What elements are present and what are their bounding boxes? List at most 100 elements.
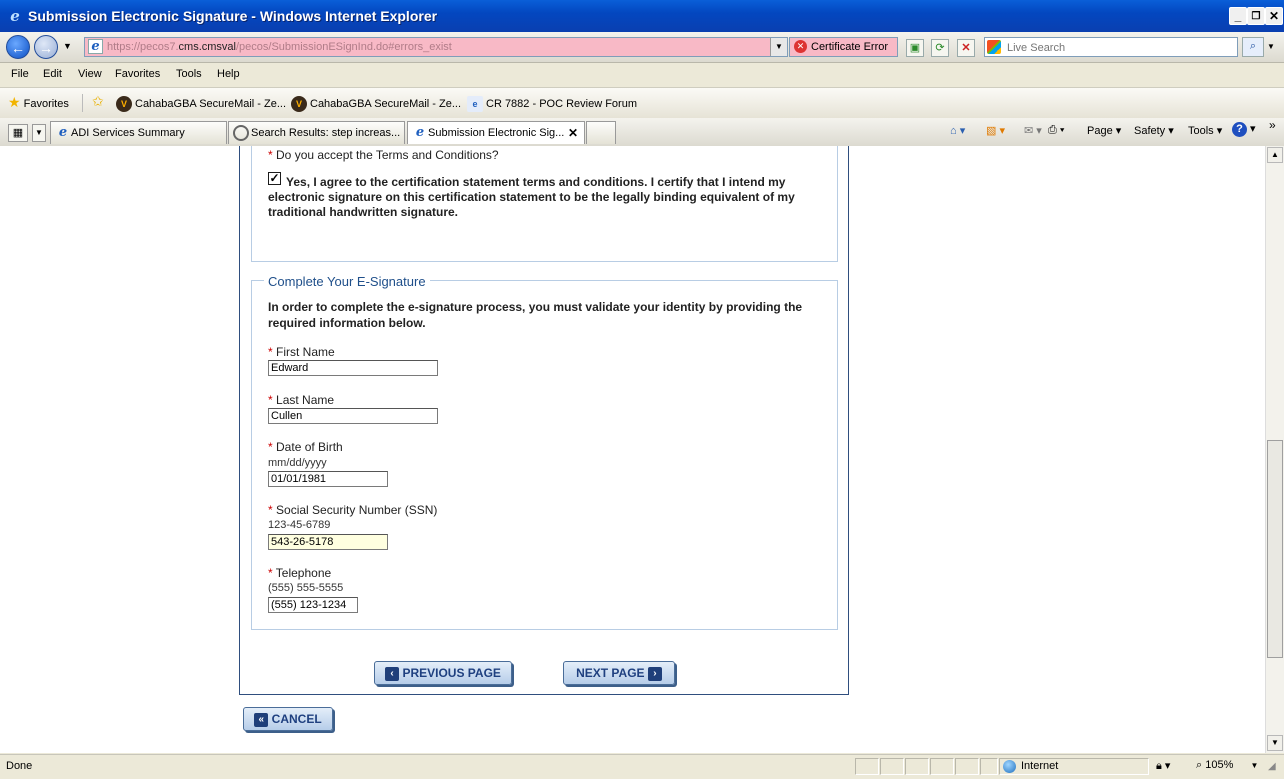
menu-view[interactable]: View [78,68,102,80]
minimize-button[interactable]: _ [1229,7,1247,25]
telephone-label: * Telephone [268,566,332,580]
page-menu[interactable]: Page ▾ [1087,124,1121,137]
tab-search-results[interactable]: Search Results: step increas... [228,121,405,144]
terms-statement: Yes, I agree to the certification statem… [268,175,795,219]
print-icon[interactable]: ⎙ ▾ [1048,124,1064,137]
ie-page-icon: e [467,96,483,112]
scroll-thumb[interactable] [1267,440,1283,658]
close-tab-icon[interactable]: ✕ [568,126,578,140]
tab-submission-esig[interactable]: e Submission Electronic Sig... ✕ [407,121,585,144]
new-tab-button[interactable] [586,121,616,144]
status-panel [880,758,904,775]
tools-menu[interactable]: Tools ▾ [1188,124,1222,137]
chevron-left-icon: ‹ [385,666,400,681]
ie-page-icon: e [415,125,425,140]
ssn-label: * Social Security Number (SSN) [268,503,438,517]
vertical-scrollbar[interactable]: ▲ ▼ [1265,146,1284,753]
history-dropdown-icon[interactable]: ▼ [63,41,72,51]
menu-favorites[interactable]: Favorites [115,68,160,80]
status-panel [855,758,879,775]
search-input[interactable] [1005,39,1237,57]
status-text: Done [6,760,33,772]
favorites-button[interactable]: ★ Favorites [8,94,69,111]
search-options-icon[interactable]: ▼ [1267,42,1275,51]
resize-grip-icon[interactable]: ◢ [1268,761,1276,772]
status-bar: Done Internet 🔒︎ ▾ ⌕ 105% ▼ ◢ [0,754,1284,779]
zone-panel[interactable]: Internet [999,758,1149,775]
restore-button[interactable]: ❐ [1247,7,1265,25]
menu-bar: File Edit View Favorites Tools Help [0,63,1284,88]
previous-page-button[interactable]: ‹ PREVIOUS PAGE [374,661,512,685]
protected-mode-icon[interactable]: 🔒︎ ▾ [1156,759,1170,773]
tab-list-icon[interactable]: ▼ [32,124,46,142]
dob-hint: mm/dd/yyyy [268,457,327,469]
home-icon[interactable]: ⌂ ▾ [950,124,965,137]
esignature-legend: Complete Your E-Signature [264,274,430,289]
compatibility-icon[interactable]: ▣ [906,39,924,57]
mail-icon[interactable]: ✉ ▾ [1024,124,1042,137]
favorite-link-1[interactable]: V CahabaGBA SecureMail - Ze... [116,96,286,112]
last-name-field[interactable] [268,408,438,424]
telephone-hint: (555) 555-5555 [268,582,344,594]
first-name-field[interactable] [268,360,438,376]
search-box[interactable] [984,37,1238,57]
dob-field[interactable] [268,471,388,487]
status-panel [955,758,979,775]
chevron-more-icon[interactable]: » [1269,118,1276,132]
back-button[interactable]: ← [6,35,30,59]
dob-label: * Date of Birth [268,440,343,454]
loading-icon [233,125,249,141]
help-icon[interactable]: ? ▾ [1232,122,1256,137]
forward-button[interactable]: → [34,35,58,59]
quick-tabs-icon[interactable]: ▦ [8,124,28,142]
menu-tools[interactable]: Tools [176,68,202,80]
refresh-icon[interactable]: ⟳ [931,39,949,57]
favorites-divider [82,94,83,112]
telephone-field[interactable] [268,597,358,613]
scroll-down-button[interactable]: ▼ [1267,735,1283,751]
address-dropdown-icon[interactable]: ▼ [770,38,787,56]
globe-icon [1003,760,1016,773]
stop-icon[interactable]: ✕ [957,39,975,57]
esignature-intro: In order to complete the e-signature pro… [268,300,803,330]
scroll-up-button[interactable]: ▲ [1267,147,1283,163]
favorite-link-3[interactable]: e CR 7882 - POC Review Forum [467,96,637,112]
ssn-hint: 123-45-6789 [268,519,331,531]
status-panel [905,758,929,775]
first-name-label: * First Name [268,345,335,359]
status-panel [930,758,954,775]
page-content: * Do you accept the Terms and Conditions… [0,146,1265,753]
favorites-bar: ★ Favorites ✩ V CahabaGBA SecureMail - Ze… [0,88,1284,119]
tab-adi-services[interactable]: e ADI Services Summary [50,121,227,144]
ssn-field[interactable] [268,534,388,550]
ie-page-icon: e [58,125,68,140]
ie-logo-icon: e [10,7,20,25]
terms-question: * Do you accept the Terms and Conditions… [268,148,499,162]
address-url[interactable]: https://pecos7.cms.cmsval/pecos/Submissi… [107,41,452,53]
feeds-icon[interactable]: ▧ ▾ [986,124,1005,137]
last-name-label: * Last Name [268,393,335,407]
double-chevron-left-icon: « [254,712,269,727]
cahaba-logo-icon: V [291,96,307,112]
shield-error-icon: ✕ [794,40,807,53]
add-favorite-icon[interactable]: ✩ [92,93,104,110]
address-bar[interactable]: e https://pecos7.cms.cmsval/pecos/Submis… [84,37,788,57]
magnifier-icon: ⌕ [1196,759,1203,771]
zoom-control[interactable]: ⌕ 105% ▼ [1196,759,1258,772]
search-icon[interactable]: ⌕ [1242,37,1264,57]
chevron-right-icon: › [647,666,662,681]
tab-bar: ▦ ▼ e ADI Services Summary Search Result… [0,118,1284,147]
favorite-link-2[interactable]: V CahabaGBA SecureMail - Ze... [291,96,461,112]
title-bar[interactable]: e Submission Electronic Signature - Wind… [0,0,1284,32]
star-icon: ★ [8,94,21,110]
safety-menu[interactable]: Safety ▾ [1134,124,1174,137]
menu-file[interactable]: File [11,68,29,80]
next-page-button[interactable]: NEXT PAGE › [563,661,675,685]
esignature-fieldset [251,280,838,630]
page-icon: e [88,39,103,54]
cancel-button[interactable]: « CANCEL [243,707,333,731]
close-button[interactable]: ✕ [1265,7,1283,25]
menu-help[interactable]: Help [217,68,240,80]
menu-edit[interactable]: Edit [43,68,62,80]
certificate-error-button[interactable]: ✕ Certificate Error [789,37,898,57]
